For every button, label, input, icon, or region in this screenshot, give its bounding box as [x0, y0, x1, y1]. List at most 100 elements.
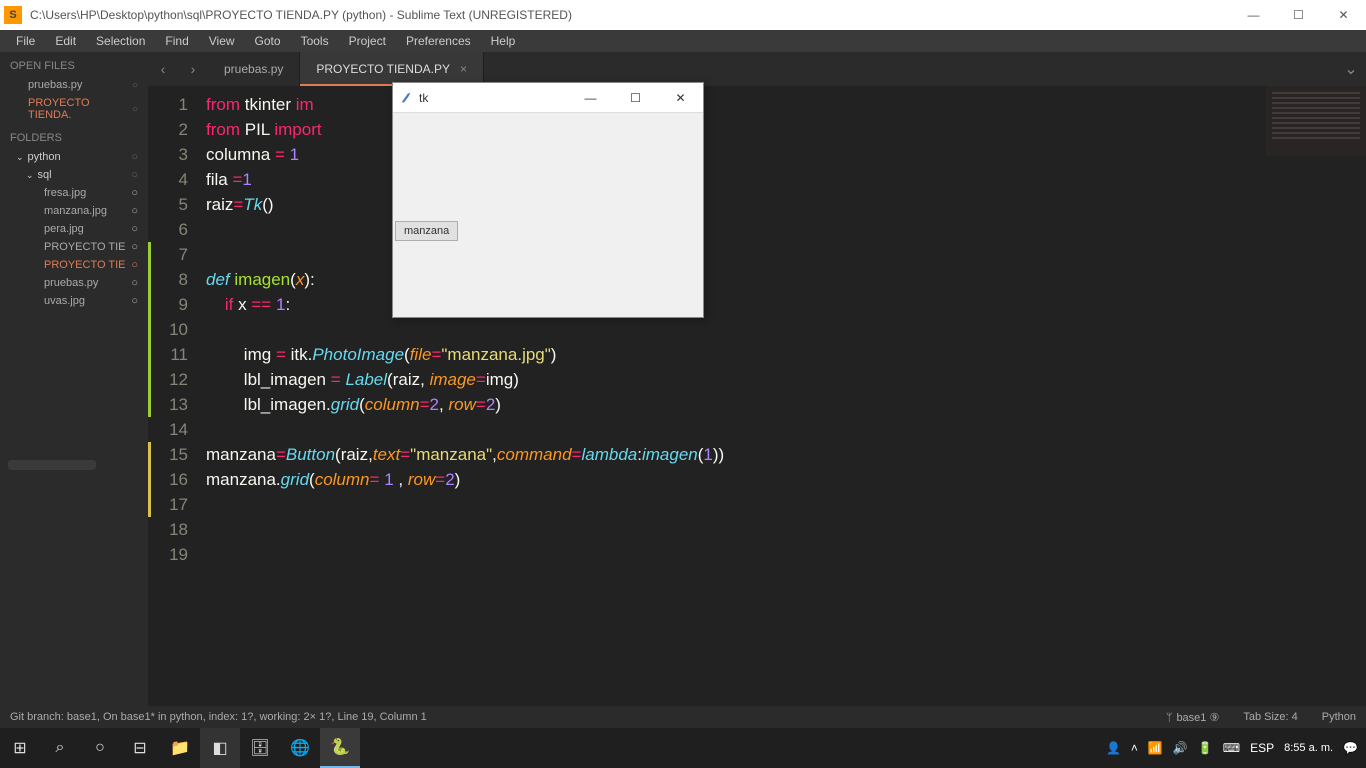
dirty-indicator-icon: ○ [131, 223, 138, 235]
status-language[interactable]: Python [1322, 711, 1356, 723]
menu-help[interactable]: Help [481, 34, 526, 48]
maximize-button[interactable]: ☐ [1276, 0, 1321, 30]
tree-file-label: PROYECTO TIE [44, 241, 126, 253]
tab-pruebas[interactable]: pruebas.py [208, 52, 300, 86]
tree-file[interactable]: PROYECTO TIE ○ [0, 256, 148, 274]
tree-file-label: uvas.jpg [44, 295, 85, 307]
line-gutter: 12345678910111213141516171819 [148, 86, 198, 706]
menu-file[interactable]: File [6, 34, 45, 48]
chevron-down-icon: ⌄ [16, 152, 24, 163]
status-branch[interactable]: ᛘbase1 ⑨ [1166, 711, 1220, 724]
menu-find[interactable]: Find [155, 34, 198, 48]
file-explorer-icon[interactable]: 📁 [160, 728, 200, 768]
tab-proyecto-tienda[interactable]: PROYECTO TIENDA.PY × [300, 52, 484, 86]
chevron-down-icon: ⌄ [26, 170, 34, 181]
open-file-item[interactable]: pruebas.py ○ [0, 76, 148, 94]
tk-feather-icon [399, 91, 413, 105]
windows-taskbar: ⊞ ⌕ ○ ⊟ 📁 ◧ 🗄 🌐 🐍 👤 ˄ 📶 🔊 🔋 ⌨ ESP 8:55 a… [0, 728, 1366, 768]
tree-file-label: fresa.jpg [44, 187, 86, 199]
open-file-label: PROYECTO TIENDA. [28, 97, 132, 121]
tree-file[interactable]: manzana.jpg ○ [0, 202, 148, 220]
search-button[interactable]: ⌕ [40, 728, 80, 768]
start-button[interactable]: ⊞ [0, 728, 40, 768]
folder-python[interactable]: ⌄ python ○ [0, 148, 148, 166]
menu-selection[interactable]: Selection [86, 34, 155, 48]
tab-nav-back[interactable]: ‹ [148, 52, 178, 86]
notifications-icon[interactable]: 💬 [1343, 741, 1358, 755]
tab-bar: ‹ › pruebas.py PROYECTO TIENDA.PY × ⌄ [148, 52, 1366, 86]
sidebar: OPEN FILES pruebas.py ○ PROYECTO TIENDA.… [0, 52, 148, 706]
tree-file-label: manzana.jpg [44, 205, 107, 217]
dirty-indicator-icon: ○ [131, 151, 138, 163]
edge-icon[interactable]: 🌐 [280, 728, 320, 768]
tk-window[interactable]: tk — ☐ ✕ manzana [392, 82, 704, 318]
dirty-indicator-icon: ○ [131, 259, 138, 271]
sidebar-scrollbar[interactable] [8, 460, 96, 470]
minimap[interactable] [1266, 86, 1366, 156]
taskbar-clock[interactable]: 8:55 a. m. [1284, 742, 1333, 755]
folder-sql[interactable]: ⌄ sql ○ [0, 166, 148, 184]
tree-file-label: PROYECTO TIE [44, 259, 126, 271]
task-view-button[interactable]: ⊟ [120, 728, 160, 768]
window-titlebar: S C:\Users\HP\Desktop\python\sql\PROYECT… [0, 0, 1366, 30]
menu-goto[interactable]: Goto [245, 34, 291, 48]
tab-label: pruebas.py [224, 62, 283, 76]
battery-icon[interactable]: 🔋 [1198, 741, 1213, 755]
menu-edit[interactable]: Edit [45, 34, 86, 48]
sublime-taskbar-icon[interactable]: ◧ [200, 728, 240, 768]
wifi-icon[interactable]: 📶 [1148, 741, 1163, 755]
tab-label: PROYECTO TIENDA.PY [316, 62, 450, 76]
python-app-icon[interactable]: 🐍 [320, 728, 360, 768]
manzana-button[interactable]: manzana [395, 221, 458, 241]
tk-window-title: tk [419, 91, 568, 105]
tab-nav-forward[interactable]: › [178, 52, 208, 86]
dirty-indicator-icon: ○ [131, 277, 138, 289]
dirty-indicator-icon: ○ [131, 241, 138, 253]
cortana-button[interactable]: ○ [80, 728, 120, 768]
status-bar: Git branch: base1, On base1* in python, … [0, 706, 1366, 728]
code-editor[interactable]: 12345678910111213141516171819 from tkint… [148, 86, 1366, 706]
menu-bar: File Edit Selection Find View Goto Tools… [0, 30, 1366, 52]
sublime-icon: S [4, 6, 22, 24]
window-title: C:\Users\HP\Desktop\python\sql\PROYECTO … [30, 8, 1231, 22]
tk-body: manzana [393, 113, 703, 317]
open-file-item[interactable]: PROYECTO TIENDA. ○ [0, 94, 148, 124]
minimize-button[interactable]: — [1231, 0, 1276, 30]
close-icon[interactable]: × [460, 62, 467, 76]
tree-file-label: pera.jpg [44, 223, 84, 235]
folder-label: sql [38, 169, 52, 181]
close-button[interactable]: ✕ [1321, 0, 1366, 30]
tree-file[interactable]: uvas.jpg ○ [0, 292, 148, 310]
system-tray: 👤 ˄ 📶 🔊 🔋 ⌨ ESP 8:55 a. m. 💬 [1106, 741, 1366, 755]
volume-icon[interactable]: 🔊 [1173, 741, 1188, 755]
status-left: Git branch: base1, On base1* in python, … [10, 711, 1142, 723]
people-icon[interactable]: 👤 [1106, 741, 1121, 755]
status-tab-size[interactable]: Tab Size: 4 [1243, 711, 1297, 723]
open-files-header: OPEN FILES [0, 52, 148, 76]
menu-preferences[interactable]: Preferences [396, 34, 481, 48]
tk-titlebar[interactable]: tk — ☐ ✕ [393, 83, 703, 113]
tree-file-label: pruebas.py [44, 277, 98, 289]
tree-file[interactable]: fresa.jpg○ [0, 184, 148, 202]
folders-header: FOLDERS [0, 124, 148, 148]
tab-overflow-button[interactable]: ⌄ [1336, 59, 1366, 79]
db-app-icon[interactable]: 🗄 [240, 728, 280, 768]
keyboard-icon[interactable]: ⌨ [1223, 741, 1240, 755]
menu-project[interactable]: Project [339, 34, 396, 48]
folder-label: python [28, 151, 61, 163]
tk-minimize-button[interactable]: — [568, 83, 613, 113]
tree-file[interactable]: PROYECTO TIE ○ [0, 238, 148, 256]
tray-chevron-icon[interactable]: ˄ [1131, 741, 1138, 755]
tree-file[interactable]: pruebas.py ○ [0, 274, 148, 292]
dirty-indicator-icon: ○ [131, 295, 138, 307]
dirty-indicator-icon: ○ [131, 205, 138, 217]
tree-file[interactable]: pera.jpg ○ [0, 220, 148, 238]
dirty-indicator-icon: ○ [132, 104, 138, 115]
tk-maximize-button[interactable]: ☐ [613, 83, 658, 113]
language-indicator[interactable]: ESP [1250, 741, 1274, 755]
dirty-indicator-icon: ○ [132, 80, 138, 91]
menu-tools[interactable]: Tools [291, 34, 339, 48]
tk-close-button[interactable]: ✕ [658, 83, 703, 113]
menu-view[interactable]: View [199, 34, 245, 48]
open-file-label: pruebas.py [28, 79, 82, 91]
